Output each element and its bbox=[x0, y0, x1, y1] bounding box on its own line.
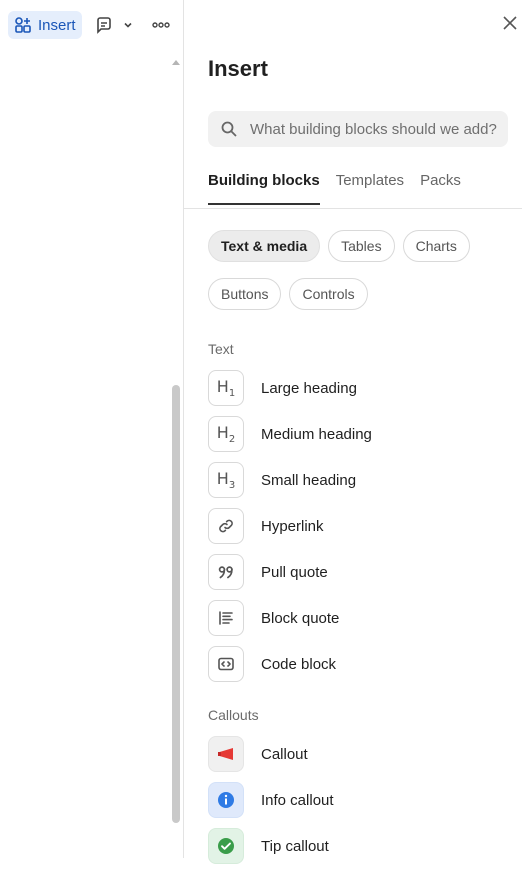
comment-icon[interactable] bbox=[94, 15, 114, 35]
info-icon bbox=[208, 782, 244, 818]
block-quote-icon bbox=[208, 600, 244, 636]
panel-title: Insert bbox=[208, 56, 268, 81]
tab-templates[interactable]: Templates bbox=[336, 172, 404, 205]
search-icon bbox=[220, 120, 238, 138]
tab-packs[interactable]: Packs bbox=[420, 172, 461, 205]
megaphone-icon bbox=[208, 736, 244, 772]
list-item-info-callout[interactable]: Info callout bbox=[208, 781, 508, 819]
list-item-block-quote[interactable]: Block quote bbox=[208, 599, 508, 637]
callout-blocks-list: Callout Info callout Tip callout bbox=[208, 735, 508, 873]
item-label: Small heading bbox=[261, 471, 357, 489]
section-label-text: Text bbox=[208, 341, 234, 357]
heading-1-icon: H1 bbox=[208, 370, 244, 406]
insert-panel: Insert Building blocks Templates Packs T… bbox=[184, 0, 522, 864]
item-label: Pull quote bbox=[261, 563, 328, 581]
quote-marks-icon bbox=[208, 554, 244, 590]
filter-buttons[interactable]: Buttons bbox=[208, 278, 282, 310]
link-icon bbox=[208, 508, 244, 544]
filter-chips: Text & media Tables Charts Buttons Contr… bbox=[208, 230, 508, 310]
list-item-tip-callout[interactable]: Tip callout bbox=[208, 827, 508, 865]
tabs-divider bbox=[184, 208, 522, 209]
text-blocks-list: H1 Large heading H2 Medium heading H3 Sm… bbox=[208, 369, 508, 691]
list-item-large-heading[interactable]: H1 Large heading bbox=[208, 369, 508, 407]
tab-building-blocks[interactable]: Building blocks bbox=[208, 172, 320, 205]
list-item-small-heading[interactable]: H3 Small heading bbox=[208, 461, 508, 499]
more-options-icon[interactable] bbox=[150, 15, 172, 35]
list-item-medium-heading[interactable]: H2 Medium heading bbox=[208, 415, 508, 453]
insert-button[interactable]: Insert bbox=[8, 11, 82, 39]
chevron-down-icon[interactable] bbox=[122, 19, 134, 31]
search-box[interactable] bbox=[208, 111, 508, 147]
item-label: Hyperlink bbox=[261, 517, 324, 535]
item-label: Large heading bbox=[261, 379, 357, 397]
filter-tables[interactable]: Tables bbox=[328, 230, 395, 262]
blocks-icon bbox=[14, 16, 32, 34]
document-area: Insert bbox=[0, 0, 183, 858]
code-block-icon bbox=[208, 646, 244, 682]
item-label: Medium heading bbox=[261, 425, 372, 443]
list-item-hyperlink[interactable]: Hyperlink bbox=[208, 507, 508, 545]
scroll-up-arrow-icon[interactable] bbox=[171, 55, 181, 65]
item-label: Code block bbox=[261, 655, 337, 673]
filter-controls[interactable]: Controls bbox=[289, 278, 368, 310]
scrollbar-thumb[interactable] bbox=[172, 385, 180, 823]
item-label: Callout bbox=[261, 745, 308, 763]
tab-bar: Building blocks Templates Packs bbox=[208, 172, 461, 205]
filter-text-media[interactable]: Text & media bbox=[208, 230, 321, 262]
item-label: Tip callout bbox=[261, 837, 329, 855]
list-item-callout[interactable]: Callout bbox=[208, 735, 508, 773]
heading-2-icon: H2 bbox=[208, 416, 244, 452]
heading-3-icon: H3 bbox=[208, 462, 244, 498]
filter-charts[interactable]: Charts bbox=[402, 230, 470, 262]
insert-button-label: Insert bbox=[38, 16, 76, 34]
check-circle-icon bbox=[208, 828, 244, 864]
search-input[interactable] bbox=[248, 119, 502, 139]
editor-toolbar: Insert bbox=[8, 11, 172, 39]
close-icon[interactable] bbox=[500, 13, 520, 33]
list-item-pull-quote[interactable]: Pull quote bbox=[208, 553, 508, 591]
item-label: Block quote bbox=[261, 609, 340, 627]
list-item-code-block[interactable]: Code block bbox=[208, 645, 508, 683]
item-label: Info callout bbox=[261, 791, 334, 809]
section-label-callouts: Callouts bbox=[208, 707, 259, 723]
